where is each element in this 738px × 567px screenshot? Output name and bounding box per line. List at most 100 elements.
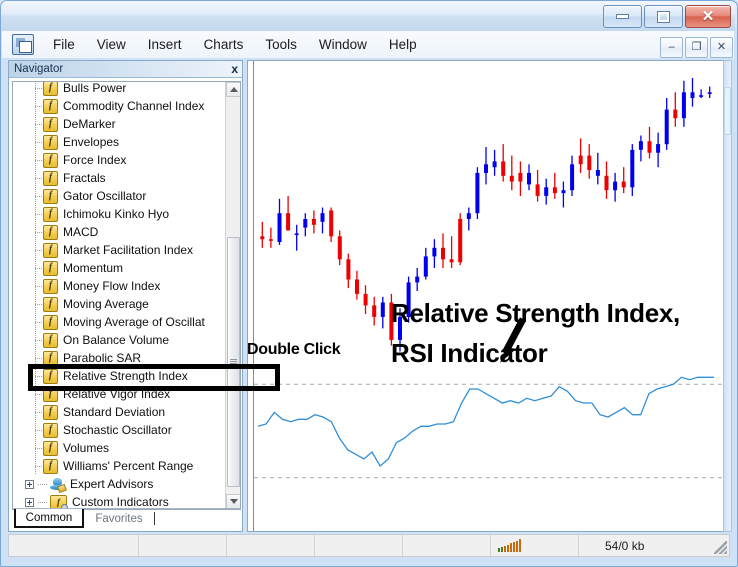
tree-item-label: Commodity Channel Index — [63, 99, 205, 113]
resize-grip-icon[interactable] — [714, 541, 727, 554]
expert-advisor-icon — [50, 477, 67, 493]
chart-scrollbar-thumb[interactable] — [724, 87, 731, 135]
tree-item-force-index[interactable]: f Force Index — [13, 151, 223, 169]
tree-connector — [13, 439, 43, 457]
tree-item-label: Relative Strength Index — [63, 369, 188, 383]
maximize-icon — [658, 11, 669, 22]
tree-root-label: Expert Advisors — [70, 477, 154, 491]
function-icon: f — [43, 368, 58, 384]
status-segment-2 — [139, 535, 227, 556]
expand-plus-icon[interactable] — [25, 497, 34, 507]
tree-item-fractals[interactable]: f Fractals — [13, 169, 223, 187]
function-icon: f — [43, 188, 58, 204]
tree-item-money-flow-index[interactable]: f Money Flow Index — [13, 277, 223, 295]
tree-item-moving-average[interactable]: f Moving Average — [13, 295, 223, 313]
tree-item-market-facilitation-index[interactable]: f Market Facilitation Index — [13, 241, 223, 259]
annotation-title-line2: RSI Indicator — [391, 338, 548, 368]
tree-connector — [13, 475, 25, 493]
application-icon — [12, 34, 34, 55]
function-icon: f — [43, 152, 58, 168]
menu-item-view[interactable]: View — [86, 34, 137, 55]
status-segment-signal — [491, 535, 579, 556]
tab-favorites[interactable]: Favorites — [88, 509, 150, 528]
tree-item-label: Money Flow Index — [63, 279, 161, 293]
tree-item-label: Gator Oscillator — [63, 189, 147, 203]
tree-connector-dots — [38, 483, 47, 485]
scroll-down-button[interactable] — [226, 494, 240, 509]
mdi-restore-button[interactable]: ❐ — [685, 37, 708, 58]
tree-connector — [13, 349, 43, 367]
menu-item-window[interactable]: Window — [308, 34, 378, 55]
tree-item-standard-deviation[interactable]: f Standard Deviation — [13, 403, 223, 421]
navigator-tabs: Common Favorites — [12, 508, 241, 528]
tree-connector — [13, 313, 43, 331]
function-icon: f — [43, 82, 58, 96]
menu-item-tools[interactable]: Tools — [254, 34, 308, 55]
tree-item-parabolic-sar[interactable]: f Parabolic SAR — [13, 349, 223, 367]
tab-common[interactable]: Common — [14, 509, 84, 528]
tree-item-envelopes[interactable]: f Envelopes — [13, 133, 223, 151]
function-icon: f — [43, 260, 58, 276]
tree-connector — [13, 151, 43, 169]
chevron-down-icon — [229, 499, 238, 504]
tree-item-label: Moving Average of Oscillat — [63, 315, 205, 329]
function-icon: f — [43, 116, 58, 132]
menu-item-charts[interactable]: Charts — [193, 34, 255, 55]
window-controls: ✕ — [603, 5, 731, 28]
minimize-button[interactable] — [603, 5, 642, 28]
tree-connector — [13, 115, 43, 133]
scrollbar-thumb[interactable] — [227, 237, 240, 487]
menu-item-insert[interactable]: Insert — [137, 34, 193, 55]
status-bar: 54/0 kb — [8, 534, 730, 557]
tree-item-commodity-channel-index[interactable]: f Commodity Channel Index — [13, 97, 223, 115]
mdi-close-button[interactable]: ✕ — [710, 37, 733, 58]
tree-connector — [13, 82, 43, 97]
tree-item-volumes[interactable]: f Volumes — [13, 439, 223, 457]
scroll-up-button[interactable] — [226, 82, 240, 97]
tree-item-label: Parabolic SAR — [63, 351, 142, 365]
function-icon: f — [43, 242, 58, 258]
tab-caret — [154, 512, 155, 525]
tree-item-on-balance-volume[interactable]: f On Balance Volume — [13, 331, 223, 349]
navigator-scrollbar[interactable] — [225, 82, 240, 509]
maximize-button[interactable] — [644, 5, 683, 28]
tree-item-label: Relative Vigor Index — [63, 387, 171, 401]
tree-item-relative-vigor-index[interactable]: f Relative Vigor Index — [13, 385, 223, 403]
tree-item-gator-oscillator[interactable]: f Gator Oscillator — [13, 187, 223, 205]
chart-vertical-scrollbar[interactable] — [723, 60, 732, 532]
mdi-window-controls: – ❐ ✕ — [660, 37, 733, 58]
tree-connector — [13, 385, 43, 403]
tree-item-macd[interactable]: f MACD — [13, 223, 223, 241]
tree-connector — [13, 97, 43, 115]
mdi-minimize-button[interactable]: – — [660, 37, 683, 58]
tree-item-moving-average-of-oscillat[interactable]: f Moving Average of Oscillat — [13, 313, 223, 331]
tree-item-ichimoku-kinko-hyo[interactable]: f Ichimoku Kinko Hyo — [13, 205, 223, 223]
menu-bar: File View Insert Charts Tools Window Hel… — [2, 31, 734, 58]
tree-item-momentum[interactable]: f Momentum — [13, 259, 223, 277]
tree-item-label: On Balance Volume — [63, 333, 170, 347]
tree-root-expert-advisors[interactable]: Expert Advisors — [13, 475, 223, 493]
tree-item-bulls-power[interactable]: f Bulls Power — [13, 82, 223, 97]
tree-root-label: Custom Indicators — [72, 495, 169, 509]
function-icon: f — [43, 440, 58, 456]
function-icon: f — [43, 332, 58, 348]
tree-connector — [13, 331, 43, 349]
application-window: ✕ File View Insert Charts Tools Window H… — [0, 0, 738, 567]
menu-item-help[interactable]: Help — [378, 34, 428, 55]
tree-item-williams-percent-range[interactable]: f Williams' Percent Range — [13, 457, 223, 475]
function-icon: f — [43, 422, 58, 438]
navigator-close-icon[interactable]: x — [231, 62, 238, 76]
tree-item-relative-strength-index[interactable]: f Relative Strength Index — [13, 367, 223, 385]
tree-item-stochastic-oscillator[interactable]: f Stochastic Oscillator — [13, 421, 223, 439]
expand-plus-icon[interactable] — [25, 479, 34, 489]
function-icon: f — [43, 350, 58, 366]
tree-item-label: Volumes — [63, 441, 110, 455]
traffic-label: 54/0 kb — [605, 538, 645, 553]
close-button[interactable]: ✕ — [685, 5, 731, 28]
tree-item-label: Standard Deviation — [63, 405, 166, 419]
menu-item-file[interactable]: File — [42, 34, 86, 55]
tree-item-demarker[interactable]: f DeMarker — [13, 115, 223, 133]
tree-connector-dots — [38, 501, 47, 503]
tree-connector — [13, 367, 43, 385]
tree-item-label: Stochastic Oscillator — [63, 423, 172, 437]
